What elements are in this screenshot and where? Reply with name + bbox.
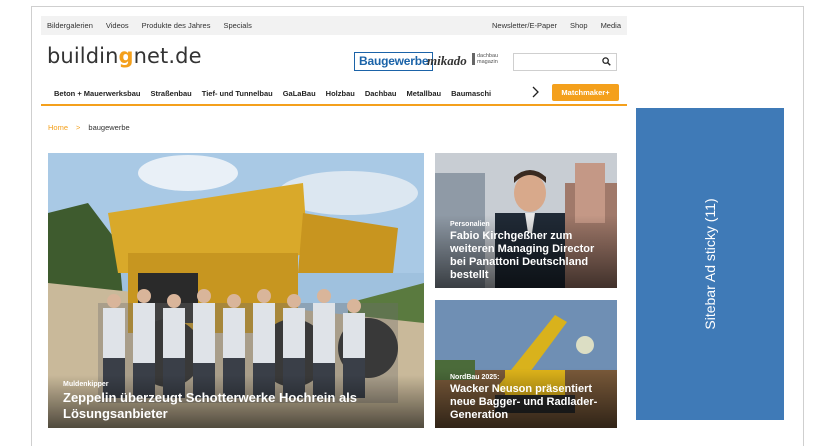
main-nav: Beton + Mauerwerksbau Straßenbau Tief- u… [41, 83, 627, 106]
breadcrumb: Home > baugewerbe [48, 123, 130, 132]
topbar-link-produkte[interactable]: Produkte des Jahres [142, 21, 211, 30]
nav-item-beton[interactable]: Beton + Mauerwerksbau [54, 89, 140, 98]
mikado-logo[interactable]: mikado [427, 53, 467, 69]
topbar-link-specials[interactable]: Specials [223, 21, 251, 30]
teaser-main-headline[interactable]: Zeppelin überzeugt Schotterwerke Hochrei… [63, 390, 409, 422]
breadcrumb-current: baugewerbe [88, 123, 130, 132]
teaser-main-kicker: Muldenkipper [63, 381, 109, 388]
teaser-bottom-right-kicker: NordBau 2025: [450, 374, 500, 381]
logo-dot: g [118, 44, 134, 68]
topbar-link-media[interactable]: Media [601, 21, 621, 30]
dachbau-line-2: magazin [477, 59, 498, 65]
nav-item-tiefbau[interactable]: Tief- und Tunnelbau [202, 89, 273, 98]
nav-item-dachbau[interactable]: Dachbau [365, 89, 397, 98]
teaser-main-caption: Muldenkipper Zeppelin überzeugt Schotter… [48, 375, 424, 428]
topbar-link-shop[interactable]: Shop [570, 21, 588, 30]
topbar-link-videos[interactable]: Videos [106, 21, 129, 30]
baugewerbe-logo[interactable]: Baugewerbe [354, 52, 434, 71]
teaser-top-right-kicker: Personalien [450, 221, 490, 228]
site-logo[interactable]: buildingnet.de [47, 44, 202, 68]
teaser-bottom-right[interactable]: NordBau 2025: Wacker Neuson präsentiert … [435, 300, 617, 428]
search-icon[interactable] [602, 57, 611, 66]
dachbau-mark-icon [472, 53, 475, 65]
nav-item-baumaschinen[interactable]: Baumaschi [451, 89, 491, 98]
chevron-right-icon[interactable] [530, 86, 540, 98]
breadcrumb-home[interactable]: Home [48, 123, 68, 132]
search-input[interactable] [517, 56, 605, 73]
nav-item-holzbau[interactable]: Holzbau [326, 89, 355, 98]
utility-bar: Bildergalerien Videos Produkte des Jahre… [41, 16, 627, 35]
teaser-bottom-right-caption: NordBau 2025: Wacker Neuson präsentiert … [435, 368, 617, 428]
sitebar-ad-label: Sitebar Ad sticky (11) [702, 198, 718, 330]
nav-item-strassenbau[interactable]: Straßenbau [150, 89, 191, 98]
nav-item-galabau[interactable]: GaLaBau [283, 89, 316, 98]
teaser-bottom-right-headline[interactable]: Wacker Neuson präsentiert neue Bagger- u… [450, 383, 602, 422]
search-box [513, 53, 617, 73]
topbar-link-bildergalerien[interactable]: Bildergalerien [47, 21, 93, 30]
teaser-top-right-caption: Personalien Fabio Kirchgeßner zum weiter… [435, 215, 617, 288]
breadcrumb-chevron-icon: > [76, 123, 81, 132]
matchmaker-button[interactable]: Matchmaker+ [552, 84, 619, 101]
sitebar-ad[interactable]: Sitebar Ad sticky (11) [636, 108, 784, 420]
dachbau-logo[interactable]: dachbau magazin [472, 53, 498, 65]
topbar-link-newsletter[interactable]: Newsletter/E-Paper [492, 21, 557, 30]
teaser-top-right[interactable]: Personalien Fabio Kirchgeßner zum weiter… [435, 153, 617, 288]
teaser-main[interactable]: Muldenkipper Zeppelin überzeugt Schotter… [48, 153, 424, 428]
teaser-top-right-headline[interactable]: Fabio Kirchgeßner zum weiteren Managing … [450, 230, 602, 282]
logo-part-2: net.de [133, 44, 202, 68]
nav-item-metallbau[interactable]: Metallbau [407, 89, 442, 98]
logo-part-1: buildin [47, 44, 119, 68]
